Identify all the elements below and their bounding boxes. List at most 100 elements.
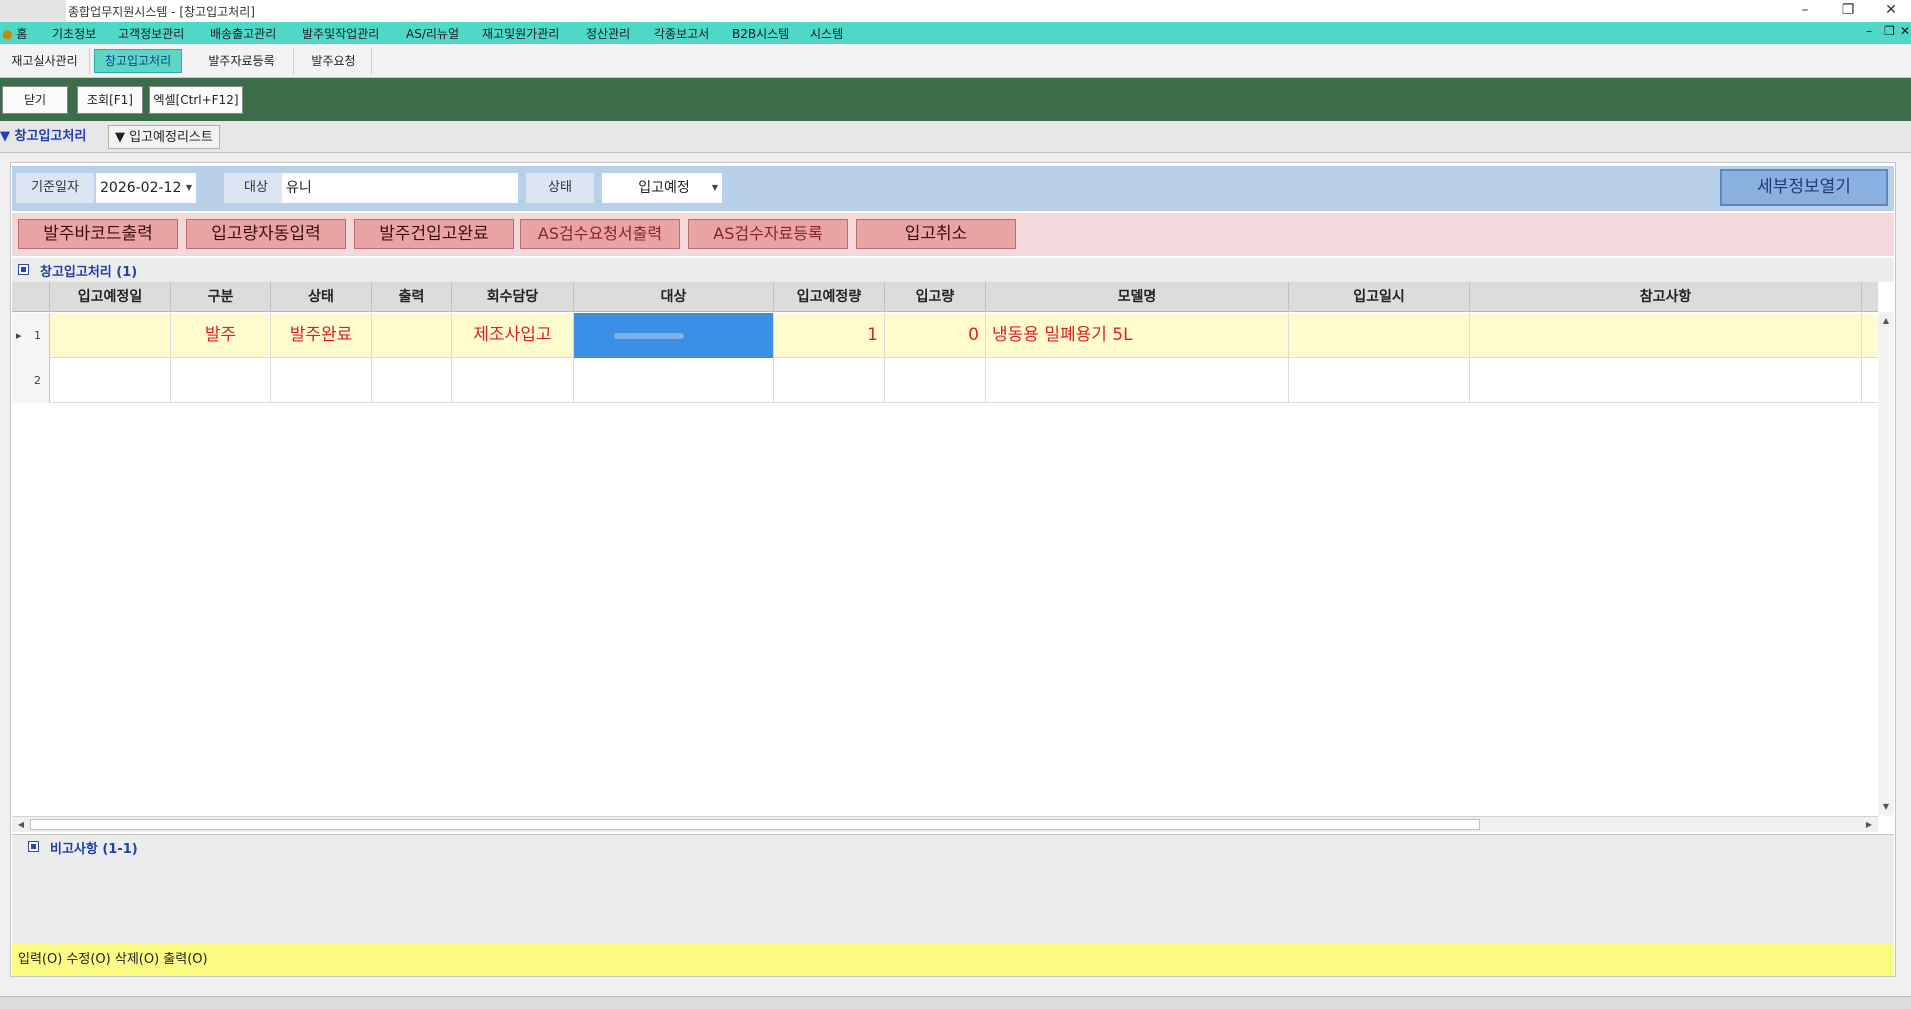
- header-note[interactable]: 참고사항: [1470, 282, 1862, 312]
- grid-header: 입고예정일 구분 상태 출력 회수담당 대상 입고예정량 입고량 모델명 입고일…: [12, 282, 1878, 312]
- vertical-scrollbar[interactable]: ▲ ▼: [1878, 312, 1894, 816]
- row-number: 2: [34, 374, 41, 387]
- cell-status[interactable]: 발주완료: [271, 313, 372, 358]
- cell-target[interactable]: [574, 313, 774, 358]
- header-print[interactable]: 출력: [372, 282, 452, 312]
- app-logo: [0, 0, 66, 22]
- cell-note[interactable]: [1470, 313, 1862, 358]
- cell-print[interactable]: [372, 313, 452, 358]
- cell-type[interactable]: 발주: [171, 313, 271, 358]
- table-row[interactable]: 2: [12, 358, 1878, 403]
- table-row[interactable]: ▸ 1 발주 발주완료 제조사입고 1 0 냉동용 밀폐용기 5L: [12, 313, 1878, 358]
- cell-type[interactable]: [171, 358, 271, 403]
- cell-received-at[interactable]: [1289, 313, 1470, 358]
- header-status[interactable]: 상태: [271, 282, 372, 312]
- cell-collector[interactable]: 제조사입고: [452, 313, 574, 358]
- header-planned-date[interactable]: 입고예정일: [50, 282, 171, 312]
- excel-button[interactable]: 엑셀[Ctrl+F12]: [149, 86, 243, 114]
- as-request-print-button[interactable]: AS검수요청서출력: [520, 219, 680, 249]
- target-input[interactable]: 유니: [282, 173, 518, 203]
- tab-order-request[interactable]: 발주요청: [296, 47, 372, 75]
- toolbar: 닫기 조회[F1] 엑셀[Ctrl+F12]: [0, 78, 1911, 121]
- row-header[interactable]: 2: [12, 358, 50, 403]
- cell-print[interactable]: [372, 358, 452, 403]
- collapse-icon[interactable]: [18, 264, 29, 275]
- mdi-restore-button[interactable]: ❐: [1884, 24, 1895, 38]
- auto-quantity-button[interactable]: 입고량자동입력: [186, 219, 346, 249]
- cell-status[interactable]: [271, 358, 372, 403]
- cell-planned-qty[interactable]: 1: [774, 313, 885, 358]
- menu-delivery[interactable]: 배송출고관리: [210, 25, 276, 42]
- tab-order-registration[interactable]: 발주자료등록: [190, 47, 294, 75]
- menu-reports[interactable]: 각종보고서: [654, 25, 709, 42]
- row-marker: ▸: [16, 329, 22, 342]
- window-title: 종합업무지원시스템 - [창고입고처리]: [68, 5, 255, 19]
- menu-b2b[interactable]: B2B시스템: [732, 25, 789, 42]
- status-label: 상태: [526, 173, 594, 203]
- bottom-border: [0, 996, 1911, 1009]
- date-label: 기준일자: [16, 173, 94, 203]
- close-button[interactable]: 닫기: [2, 86, 68, 114]
- header-received-qty[interactable]: 입고량: [885, 282, 986, 312]
- scroll-left-icon[interactable]: ◀: [14, 818, 28, 831]
- cell-planned-date[interactable]: [50, 358, 171, 403]
- target-label: 대상: [224, 173, 288, 203]
- scroll-down-icon[interactable]: ▼: [1879, 800, 1893, 813]
- tab-warehouse-receiving[interactable]: 창고입고처리: [94, 49, 182, 73]
- scroll-right-icon[interactable]: ▶: [1862, 818, 1876, 831]
- menu-system[interactable]: 시스템: [810, 25, 843, 42]
- date-picker[interactable]: 2026-02-12 ▼: [96, 173, 196, 203]
- menu-order-work[interactable]: 발주및작업관리: [302, 25, 379, 42]
- cell-received-qty[interactable]: [885, 358, 986, 403]
- scroll-thumb[interactable]: [30, 819, 1480, 830]
- status-select[interactable]: 입고예정 ▼: [602, 173, 722, 203]
- header-planned-qty[interactable]: 입고예정량: [774, 282, 885, 312]
- cell-received-at[interactable]: [1289, 358, 1470, 403]
- minimize-button[interactable]: –: [1785, 0, 1825, 22]
- grid-title: 창고입고처리 (1): [40, 265, 138, 280]
- horizontal-scrollbar[interactable]: ◀ ▶: [12, 816, 1878, 832]
- bulb-icon: ●: [2, 27, 13, 41]
- sub-tabs: ▼ 창고입고처리 ▼ 입고예정리스트: [0, 121, 1911, 153]
- header-type[interactable]: 구분: [171, 282, 271, 312]
- memo-section: 비고사항 (1-1): [12, 834, 1894, 944]
- row-header[interactable]: ▸ 1: [12, 313, 50, 358]
- as-register-button[interactable]: AS검수자료등록: [688, 219, 848, 249]
- menu-as-renewal[interactable]: AS/리뉴얼: [406, 25, 459, 42]
- menu-customer-info[interactable]: 고객정보관리: [118, 25, 184, 42]
- header-collector[interactable]: 회수담당: [452, 282, 574, 312]
- header-model[interactable]: 모델명: [986, 282, 1289, 312]
- cell-planned-date[interactable]: [50, 313, 171, 358]
- cell-note[interactable]: [1470, 358, 1862, 403]
- receiving-cancel-button[interactable]: 입고취소: [856, 219, 1016, 249]
- mdi-close-button[interactable]: ✕: [1900, 24, 1910, 38]
- mdi-minimize-button[interactable]: –: [1866, 24, 1872, 38]
- permission-status-bar: 입력(O) 수정(O) 삭제(O) 출력(O): [12, 944, 1894, 976]
- header-received-at[interactable]: 입고일시: [1289, 282, 1470, 312]
- menu-basic-info[interactable]: 기초정보: [52, 25, 96, 42]
- search-button[interactable]: 조회[F1]: [77, 86, 143, 114]
- menu-bar: ● 홈 기초정보 고객정보관리 배송출고관리 발주및작업관리 AS/리뉴얼 재고…: [0, 22, 1911, 44]
- cell-planned-qty[interactable]: [774, 358, 885, 403]
- cell-collector[interactable]: [452, 358, 574, 403]
- cell-model[interactable]: 냉동용 밀폐용기 5L: [986, 313, 1289, 358]
- detail-open-button[interactable]: 세부정보열기: [1720, 169, 1888, 206]
- header-target[interactable]: 대상: [574, 282, 774, 312]
- cell-received-qty[interactable]: 0: [885, 313, 986, 358]
- menu-home[interactable]: ● 홈: [2, 25, 27, 42]
- cell-model[interactable]: [986, 358, 1289, 403]
- menu-settlement[interactable]: 정산관리: [586, 25, 630, 42]
- restore-button[interactable]: ❐: [1828, 0, 1868, 22]
- order-complete-button[interactable]: 발주건입고완료: [354, 219, 514, 249]
- collapse-icon[interactable]: [28, 841, 39, 852]
- subtab-warehouse-receiving[interactable]: ▼ 창고입고처리: [0, 125, 86, 149]
- scroll-up-icon[interactable]: ▲: [1879, 314, 1893, 327]
- tab-inventory-audit[interactable]: 재고실사관리: [0, 47, 90, 75]
- barcode-print-button[interactable]: 발주바코드출력: [18, 219, 178, 249]
- subtab-receiving-list[interactable]: ▼ 입고예정리스트: [108, 125, 220, 149]
- row-number: 1: [34, 329, 41, 342]
- action-bar: 발주바코드출력 입고량자동입력 발주건입고완료 AS검수요청서출력 AS검수자료…: [12, 213, 1894, 256]
- cell-target[interactable]: [574, 358, 774, 403]
- close-window-button[interactable]: ✕: [1871, 0, 1911, 22]
- menu-inventory-cost[interactable]: 재고및원가관리: [482, 25, 559, 42]
